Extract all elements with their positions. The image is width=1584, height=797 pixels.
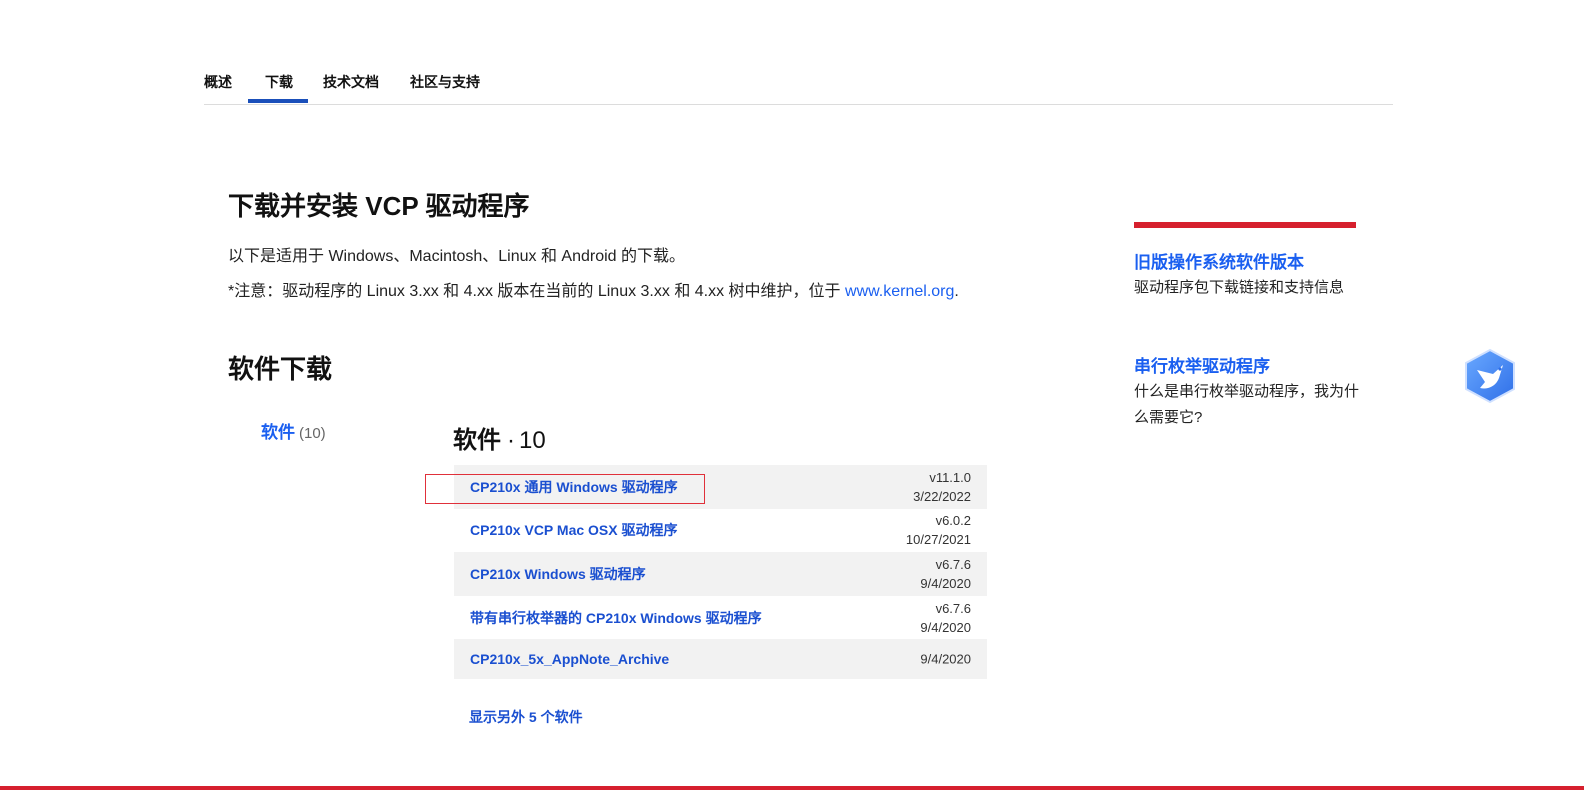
footer-accent-bar (0, 786, 1584, 790)
list-item: 带有串行枚举器的 CP210x Windows 驱动程序 v6.7.6 9/4/… (454, 596, 987, 640)
kernel-org-link[interactable]: www.kernel.org (845, 283, 954, 300)
list-item: CP210x 通用 Windows 驱动程序 v11.1.0 3/22/2022 (454, 465, 987, 509)
item-meta: v6.7.6 9/4/2020 (920, 555, 971, 593)
download-link[interactable]: CP210x 通用 Windows 驱动程序 (470, 477, 678, 497)
software-list-heading: 软件 · 10 (453, 420, 546, 455)
list-heading-count: 10 (519, 427, 546, 454)
filter-software[interactable]: 软件 (10) (261, 418, 326, 443)
filter-count: (10) (299, 425, 326, 442)
item-version: v6.7.6 (935, 556, 971, 572)
intro-text: 以下是适用于 Windows、Macintosh、Linux 和 Android… (228, 248, 686, 265)
serial-enum-driver-desc: 什么是串行枚举驱动程序，我为什么需要它? (1134, 383, 1360, 426)
software-list: CP210x 通用 Windows 驱动程序 v11.1.0 3/22/2022… (454, 465, 987, 680)
list-heading-label: 软件 (453, 427, 501, 454)
download-link[interactable]: CP210x VCP Mac OSX 驱动程序 (470, 520, 677, 540)
tab-tech-docs[interactable]: 技术文档 (323, 72, 379, 92)
page-title: 下载并安装 VCP 驱动程序 (228, 191, 530, 221)
download-link[interactable]: 带有串行枚举器的 CP210x Windows 驱动程序 (470, 608, 762, 628)
list-heading-dot: · (507, 427, 515, 454)
top-tabs: 概述 下载 技术文档 社区与支持 (204, 62, 1393, 105)
legacy-os-software-link[interactable]: 旧版操作系统软件版本 (1134, 248, 1304, 273)
download-link[interactable]: CP210x_5x_AppNote_Archive (470, 651, 669, 667)
serial-enum-driver-link[interactable]: 串行枚举驱动程序 (1134, 352, 1270, 377)
item-meta: v11.1.0 3/22/2022 (913, 468, 971, 506)
bird-hexagon-svg (1465, 348, 1515, 404)
tab-overview[interactable]: 概述 (204, 72, 232, 92)
legacy-os-software-desc: 驱动程序包下载链接和支持信息 (1134, 279, 1345, 296)
item-version: v11.1.0 (929, 469, 971, 485)
item-version: v6.7.6 (935, 600, 971, 616)
filter-label: 软件 (261, 423, 295, 442)
list-item: CP210x VCP Mac OSX 驱动程序 v6.0.2 10/27/202… (454, 509, 987, 553)
list-item: CP210x_5x_AppNote_Archive 9/4/2020 (454, 639, 987, 680)
kernel-note: *注意：驱动程序的 Linux 3.xx 和 4.xx 版本在当前的 Linux… (228, 277, 959, 301)
show-more-software-link[interactable]: 显示另外 5 个软件 (469, 707, 583, 727)
kernel-note-suffix: . (954, 283, 959, 300)
tab-downloads[interactable]: 下载 (265, 72, 293, 92)
sidebar-accent-bar (1134, 222, 1356, 228)
bird-hexagon-icon[interactable] (1463, 348, 1517, 404)
kernel-note-prefix: *注意：驱动程序的 Linux 3.xx 和 4.xx 版本在当前的 Linux… (228, 283, 846, 300)
item-version: v6.0.2 (935, 513, 971, 529)
item-meta: v6.7.6 9/4/2020 (920, 599, 971, 637)
item-date: 9/4/2020 (920, 619, 971, 635)
download-link[interactable]: CP210x Windows 驱动程序 (470, 564, 646, 584)
item-meta: 9/4/2020 (920, 650, 971, 669)
item-date: 9/4/2020 (920, 651, 971, 667)
list-item: CP210x Windows 驱动程序 v6.7.6 9/4/2020 (454, 552, 987, 596)
item-date: 10/27/2021 (905, 532, 971, 548)
tab-community-support[interactable]: 社区与支持 (410, 72, 480, 92)
active-tab-indicator (248, 99, 308, 103)
item-date: 9/4/2020 (920, 575, 971, 591)
item-date: 3/22/2022 (913, 488, 971, 504)
item-meta: v6.0.2 10/27/2021 (906, 511, 971, 549)
section-title-software-downloads: 软件下载 (228, 354, 333, 384)
